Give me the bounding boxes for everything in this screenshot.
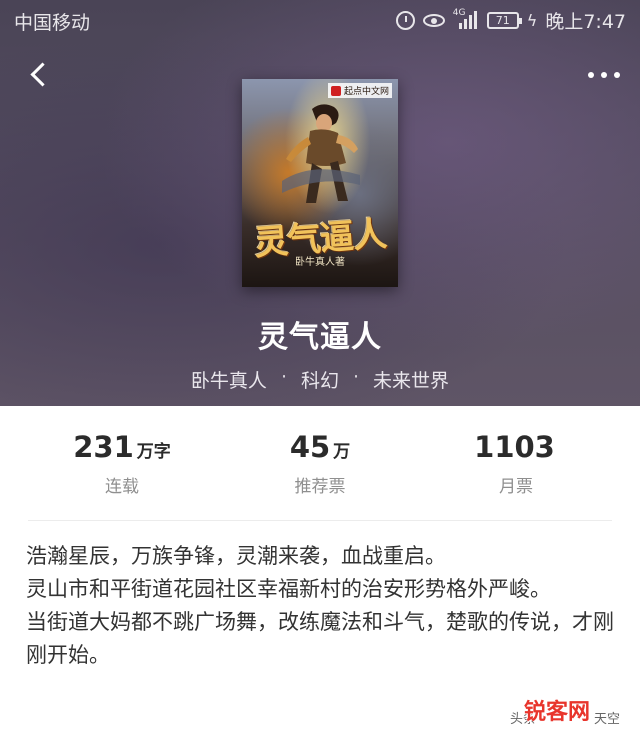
description-line: 当街道大妈都不跳广场舞，改练魔法和斗气，楚歌的传说，才刚刚开始。: [26, 610, 614, 667]
stat-label: 连载: [105, 477, 139, 497]
battery-icon: 71: [486, 11, 522, 29]
alarm-icon: [395, 10, 415, 30]
status-icons: 4G 71 ϟ 晚上7:47: [395, 8, 626, 33]
stat-unit: 万: [333, 442, 351, 462]
book-description[interactable]: 浩瀚星辰，万族争锋，灵潮来袭，血战重启。 灵山市和平街道花园社区幸福新村的治安形…: [26, 540, 616, 672]
publisher-logo-icon: [330, 85, 341, 96]
meta-separator: ·: [353, 366, 360, 388]
book-author[interactable]: 卧牛真人: [191, 366, 267, 393]
carrier-name: 中国移动: [14, 12, 91, 34]
eye-comfort-icon: [422, 13, 445, 27]
stat-value: 45: [289, 430, 331, 464]
back-arrow-icon[interactable]: [26, 60, 56, 90]
stat-value: 231: [73, 430, 134, 464]
description-line: 灵山市和平街道花园社区幸福新村的治安形势格外严峻。: [26, 577, 551, 601]
stat-word-count: 231 万字 连载: [22, 430, 222, 497]
watermark-right: 天空: [594, 712, 621, 727]
more-dots-icon[interactable]: [584, 62, 624, 88]
status-bar: 中国移动 4G 71 ϟ 晚上7:47: [0, 0, 640, 40]
book-meta: 卧牛真人 · 科幻 · 未来世界: [0, 366, 640, 393]
stat-recommend-votes: 45 万 推荐票: [220, 430, 420, 497]
description-line: 浩瀚星辰，万族争锋，灵潮来袭，血战重启。: [26, 544, 446, 568]
signal-icon: 4G: [452, 8, 479, 29]
section-divider: [28, 520, 612, 521]
book-subcategory[interactable]: 未来世界: [373, 366, 449, 393]
meta-separator: ·: [280, 366, 287, 388]
stat-label: 推荐票: [294, 477, 346, 497]
book-title: 灵气逼人: [258, 320, 382, 355]
cover-author-art: 卧牛真人著: [295, 257, 345, 268]
cover-hero-figure: [282, 104, 360, 203]
stat-monthly-votes: 1103 月票: [416, 430, 616, 497]
cover-publisher: 起点中文网: [327, 83, 392, 98]
stat-value: 1103: [474, 430, 555, 464]
network-tag: 4G: [452, 8, 466, 18]
book-stats: 231 万字 连载 45 万 推荐票 1103 月票: [0, 406, 640, 520]
stat-unit: 万字: [136, 442, 171, 462]
watermark: 头条 锐客网 天空: [510, 694, 630, 734]
book-header: 中国移动 4G 71 ϟ 晚上7:47 起点中文网 灵气逼人 卧牛真人著 灵气逼…: [0, 0, 640, 406]
status-time: 晚上7:47: [545, 10, 626, 33]
charging-icon: ϟ: [526, 10, 538, 30]
watermark-brand: 锐客网: [524, 700, 591, 725]
stat-label: 月票: [499, 477, 533, 497]
book-cover[interactable]: 起点中文网 灵气逼人 卧牛真人著: [242, 79, 398, 287]
book-category[interactable]: 科幻: [301, 366, 339, 393]
